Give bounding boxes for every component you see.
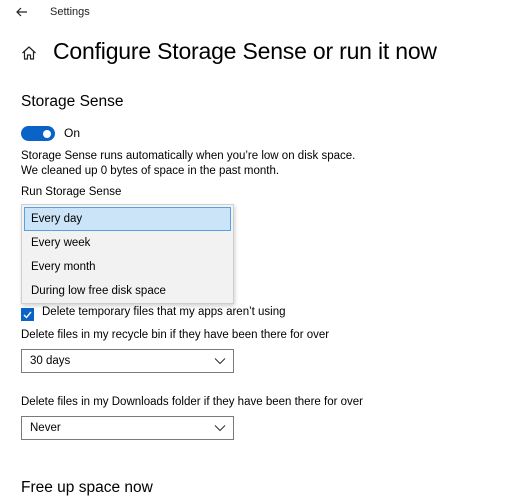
recycle-bin-select-value: 30 days [30,355,71,367]
chevron-down-icon [214,358,226,365]
temp-files-checkbox[interactable] [21,308,34,321]
dropdown-option-every-day[interactable]: Every day [24,207,231,231]
run-storage-sense-dropdown-list: Every day Every week Every month During … [21,204,234,304]
recycle-bin-label: Delete files in my recycle bin if they h… [21,329,330,341]
free-up-space-heading: Free up space now [21,479,153,496]
cleanup-summary: We cleaned up 0 bytes of space in the pa… [21,165,280,177]
recycle-bin-select[interactable]: 30 days [21,349,234,373]
run-storage-sense-label: Run Storage Sense [21,186,122,198]
downloads-select[interactable]: Never [21,416,234,440]
storage-sense-heading: Storage Sense [21,93,124,110]
home-icon [22,46,36,60]
checkmark-icon [23,311,32,319]
home-button[interactable] [18,42,40,64]
page-title: Configure Storage Sense or run it now [53,38,437,64]
back-button[interactable] [8,0,36,24]
temp-files-label: Delete temporary files that my apps aren… [42,306,286,318]
dropdown-option-every-month[interactable]: Every month [24,255,231,279]
chevron-down-icon [214,425,226,432]
dropdown-option-every-week[interactable]: Every week [24,231,231,255]
dropdown-option-low-disk-space[interactable]: During low free disk space [24,279,231,303]
window-title: Settings [50,6,90,18]
toggle-state-label: On [64,126,81,140]
toggle-knob [43,129,51,138]
storage-sense-description: Storage Sense runs automatically when yo… [21,150,356,162]
back-arrow-icon [16,7,27,17]
storage-sense-toggle[interactable] [21,126,55,141]
downloads-label: Delete files in my Downloads folder if t… [21,396,363,408]
downloads-select-value: Never [30,422,61,434]
